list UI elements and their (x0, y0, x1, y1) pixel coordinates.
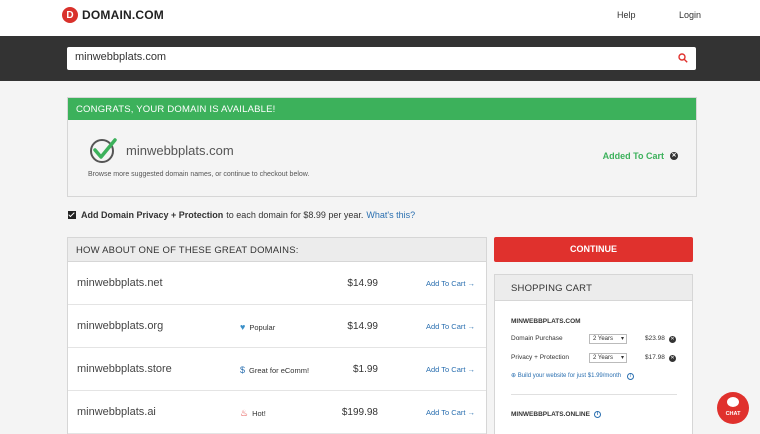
suggestion-badge-label: Popular (249, 322, 276, 332)
privacy-checkbox[interactable] (68, 211, 76, 219)
remove-icon[interactable]: ✕ (669, 336, 676, 343)
cart-line-label: Domain Purchase (511, 335, 563, 342)
plus-circle-icon: ⊕ (511, 373, 517, 379)
suggestion-domain: minwebbplats.ai (77, 406, 156, 418)
suggestion-row: minwebbplats.net $14.99 Add To Cart → (68, 262, 486, 305)
search-box (67, 47, 696, 70)
suggestion-price: $14.99 (347, 278, 378, 289)
add-to-cart-link[interactable]: Add To Cart → (426, 365, 475, 374)
available-domain-name: minwebbplats.com (126, 143, 234, 158)
availability-heading: CONGRATS, YOUR DOMAIN IS AVAILABLE! (68, 98, 696, 120)
cart-line-price: $17.98 (645, 354, 665, 361)
suggestion-badge: ♨ Hot! (240, 408, 266, 419)
fire-icon: ♨ (240, 408, 249, 418)
added-to-cart-status: Added To Cart ✕ (603, 151, 678, 161)
help-link[interactable]: Help (617, 10, 636, 20)
suggestion-badge-label: Hot! (252, 409, 266, 418)
chat-bubble-icon (727, 397, 739, 407)
suggestion-row: minwebbplats.org ♥ Popular $14.99 Add To… (68, 305, 486, 348)
cart-domain-name: MINWEBBPLATS.COM (511, 318, 581, 325)
suggestion-price: $14.99 (347, 321, 378, 332)
suggestion-badge-label: Great for eComm! (249, 365, 310, 375)
heart-icon: ♥ (240, 322, 246, 332)
suggestion-domain: minwebbplats.net (77, 277, 163, 289)
dollar-icon: $ (240, 365, 246, 375)
added-to-cart-label: Added To Cart (602, 151, 664, 161)
shopping-cart: SHOPPING CART MINWEBBPLATS.COM Domain Pu… (494, 274, 693, 434)
cart-line-label: Privacy + Protection (511, 354, 569, 361)
logo-badge-icon: D (62, 7, 78, 23)
availability-panel: CONGRATS, YOUR DOMAIN IS AVAILABLE! minw… (67, 97, 697, 197)
top-nav: D DOMAIN.COM Help Login (0, 0, 760, 36)
info-icon[interactable]: i (626, 373, 634, 380)
logo-text: DOMAIN.COM (82, 8, 164, 22)
suggestion-badge: $ Great for eComm! (240, 365, 309, 375)
checkmark-circle-icon (90, 138, 117, 163)
build-website-label: Build your website for just $1.99/month (517, 373, 622, 379)
info-icon[interactable]: i (593, 411, 601, 418)
chat-button[interactable]: CHAT (717, 392, 749, 424)
search-input[interactable] (75, 51, 655, 63)
suggestion-domain: minwebbplats.store (77, 363, 172, 375)
suggestion-price: $199.98 (341, 407, 378, 418)
suggestion-badge: ♥ Popular (240, 322, 275, 332)
privacy-text: to each domain for $8.99 per year. (226, 210, 364, 220)
continue-button[interactable]: CONTINUE (494, 237, 693, 262)
add-to-cart-link[interactable]: Add To Cart → (426, 279, 475, 288)
cart-domain-header: MINWEBBPLATS.ONLINE i (511, 411, 601, 418)
cart-heading: SHOPPING CART (495, 275, 692, 301)
remove-icon[interactable]: ✕ (669, 355, 676, 362)
privacy-label: Add Domain Privacy + Protection (81, 210, 224, 220)
domain-logo[interactable]: D DOMAIN.COM (62, 7, 164, 23)
suggestions-panel: HOW ABOUT ONE OF THESE GREAT DOMAINS: mi… (67, 237, 487, 434)
chat-label: CHAT (725, 411, 741, 417)
login-link[interactable]: Login (679, 10, 701, 20)
remove-icon[interactable]: ✕ (670, 152, 678, 160)
whats-this-link[interactable]: What's this? (366, 210, 415, 220)
suggestion-price: $1.99 (352, 364, 378, 375)
suggestion-row: minwebbplats.ai ♨ Hot! $199.98 Add To Ca… (68, 391, 486, 434)
term-select[interactable]: 2 Years (589, 353, 627, 363)
suggestion-row: minwebbplats.store $ Great for eComm! $1… (68, 348, 486, 391)
cart-line-price: $23.98 (645, 335, 665, 342)
suggestion-domain: minwebbplats.org (77, 320, 164, 332)
cart-domain-name: MINWEBBPLATS.ONLINE (511, 411, 590, 418)
search-band (0, 36, 760, 81)
add-to-cart-link[interactable]: Add To Cart → (426, 322, 475, 331)
search-icon[interactable] (678, 53, 688, 63)
cart-divider (511, 394, 677, 395)
privacy-option: Add Domain Privacy + Protection to each … (68, 210, 415, 220)
add-to-cart-link[interactable]: Add To Cart → (426, 408, 475, 417)
availability-subtext: Browse more suggested domain names, or c… (88, 171, 310, 178)
term-select[interactable]: 2 Years (589, 334, 627, 344)
build-website-link[interactable]: ⊕ Build your website for just $1.99/mont… (511, 372, 634, 380)
suggestions-heading: HOW ABOUT ONE OF THESE GREAT DOMAINS: (68, 238, 486, 262)
